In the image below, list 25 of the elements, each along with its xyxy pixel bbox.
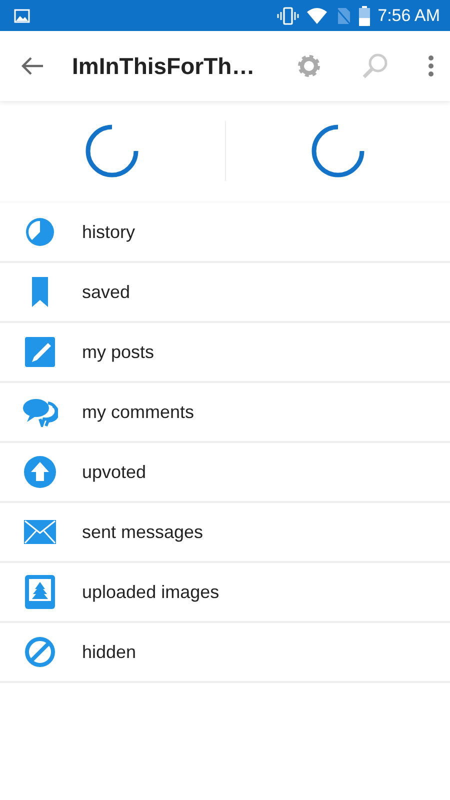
pie-chart-icon [24,216,56,248]
settings-button[interactable] [296,53,322,79]
menu-item[interactable]: saved [0,263,450,323]
menu-item[interactable]: my posts [0,323,450,383]
menu-item[interactable]: sent messages [0,503,450,563]
menu-item[interactable]: hidden [0,623,450,683]
tree-picture-icon [25,575,55,609]
menu-item[interactable]: upvoted [0,443,450,503]
wifi-icon [306,8,327,24]
battery-icon [358,6,370,26]
blocked-icon [24,636,56,668]
loading-spinner [85,124,140,178]
menu-item[interactable]: my comments [0,383,450,443]
menu-item[interactable]: uploaded images [0,563,450,623]
bookmark-icon [29,276,51,308]
image-icon [14,8,30,22]
page-title: ImInThisForTh… [72,52,255,81]
menu-item[interactable]: history [0,203,450,263]
edit-icon [24,336,56,368]
speech-bubbles-icon [22,397,58,427]
envelope-icon [24,520,56,544]
clock-time: 7:56 AM [378,4,440,27]
more-options-button[interactable] [428,54,434,78]
vibrate-icon [276,6,299,24]
loading-spinner [310,124,365,178]
